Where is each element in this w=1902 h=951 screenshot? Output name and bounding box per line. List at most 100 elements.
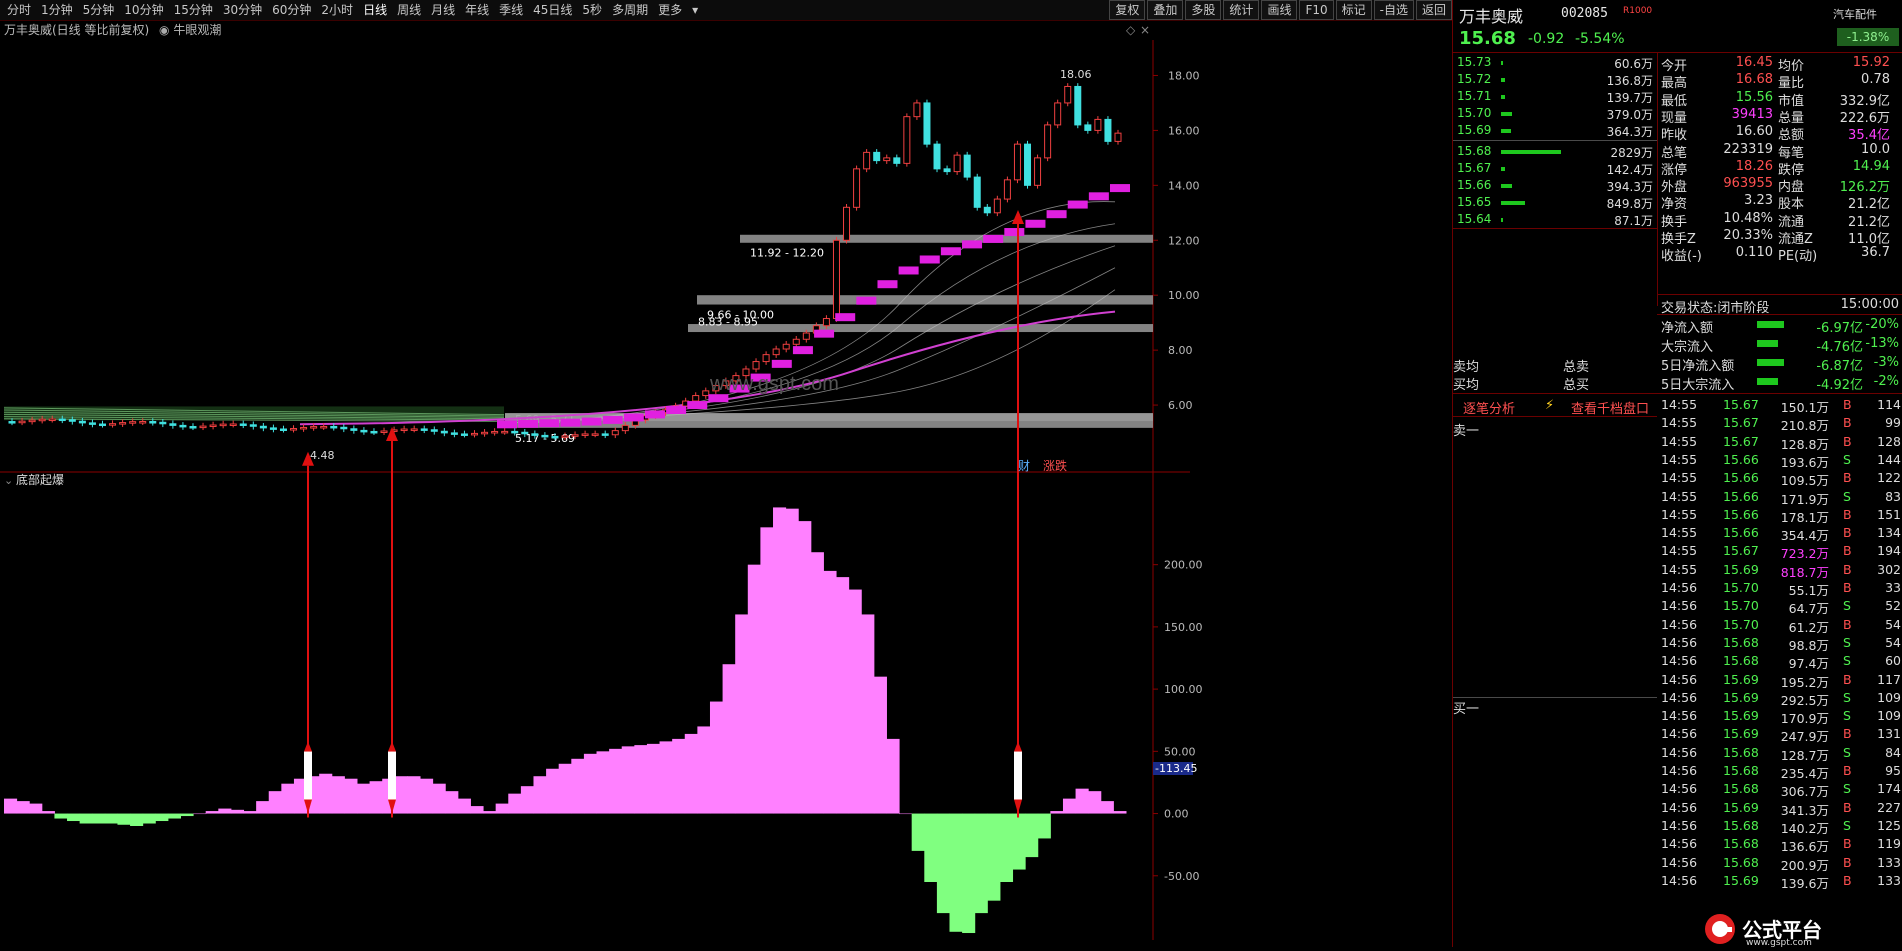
candle-body bbox=[159, 421, 167, 425]
period-tab[interactable]: 5分钟 bbox=[78, 0, 120, 20]
tick-volume: 61.2万 bbox=[1788, 619, 1829, 635]
period-tab[interactable]: 季线 bbox=[494, 0, 528, 20]
toolbar-button[interactable]: 返回 bbox=[1415, 0, 1452, 20]
period-tab[interactable]: 日线 bbox=[358, 0, 392, 20]
period-tab[interactable]: 10分钟 bbox=[119, 0, 168, 20]
settings-icon[interactable]: ◇ bbox=[1126, 21, 1135, 39]
money-flow-row: 净流入额 -6.97亿 -20% bbox=[1657, 316, 1902, 336]
period-tab[interactable]: 更多 bbox=[653, 0, 687, 20]
period-tab[interactable]: 年线 bbox=[460, 0, 494, 20]
candle-body bbox=[28, 419, 36, 423]
total-buy-label: 总买 bbox=[1563, 378, 1590, 393]
histogram-bar bbox=[1062, 798, 1077, 814]
candle-body bbox=[88, 422, 96, 425]
period-tabs: 分时 1分钟 5分钟 10分钟 15分钟 30分钟 60分钟 2小时 日线 周线 月线 年线 季线 45日… bbox=[2, 0, 703, 20]
tick-volume: 98.8万 bbox=[1788, 637, 1829, 653]
tick-count: 131 bbox=[1877, 726, 1901, 742]
toolbar-button[interactable]: 画线 bbox=[1261, 0, 1298, 20]
tick-time: 14:56 bbox=[1661, 872, 1698, 888]
candle-body bbox=[853, 168, 861, 208]
price-zone bbox=[697, 295, 1153, 305]
candle-body bbox=[591, 433, 599, 436]
toolbar-button[interactable]: 多股 bbox=[1185, 0, 1222, 20]
histogram-bar bbox=[470, 806, 484, 814]
tick-analysis-button[interactable]: 逐笔分析 bbox=[1463, 398, 1515, 417]
sector-change: -1.38% bbox=[1837, 28, 1899, 46]
histogram-bar bbox=[218, 808, 232, 814]
period-tab[interactable]: 45日线 bbox=[528, 0, 577, 20]
staircase-step bbox=[835, 313, 856, 322]
histogram-bar bbox=[205, 811, 219, 814]
more-arrow-icon[interactable]: ▾ bbox=[687, 0, 703, 20]
tick-count: 122 bbox=[1877, 470, 1901, 486]
tick-count: 174 bbox=[1877, 781, 1901, 797]
histogram-bar bbox=[331, 776, 345, 814]
tick-volume: 97.4万 bbox=[1788, 656, 1829, 672]
histogram-bar bbox=[999, 813, 1014, 882]
order-volume-bar bbox=[1501, 150, 1561, 154]
depth-button[interactable]: 查看千档盘口 bbox=[1571, 398, 1649, 417]
toolbar-button[interactable]: 标记 bbox=[1335, 0, 1372, 20]
toolbar-button[interactable]: 复权 bbox=[1109, 0, 1146, 20]
histogram-bar bbox=[672, 738, 686, 814]
r-tag: R1000 bbox=[1623, 6, 1653, 16]
period-tab[interactable]: 月线 bbox=[426, 0, 460, 20]
tick-row: 14:55 15.67 723.2万 B 194 bbox=[1657, 542, 1902, 561]
histogram-bar bbox=[420, 778, 434, 814]
histogram-bar bbox=[899, 813, 913, 815]
order-price: 15.72 bbox=[1457, 72, 1492, 86]
candle-body bbox=[440, 430, 448, 434]
sector-name[interactable]: 汽车配件 bbox=[1833, 6, 1877, 22]
toolbar-button[interactable]: F10 bbox=[1299, 0, 1334, 20]
tick-count: 128 bbox=[1877, 433, 1901, 449]
updown-tag[interactable]: 涨跌 bbox=[1043, 458, 1067, 473]
histogram-bar bbox=[621, 746, 635, 814]
stat-value: 16.45 bbox=[1735, 55, 1773, 70]
period-tab[interactable]: 60分钟 bbox=[267, 0, 316, 20]
period-tab[interactable]: 周线 bbox=[392, 0, 426, 20]
order-volume: 364.3万 bbox=[1606, 125, 1653, 139]
tick-count: 54 bbox=[1885, 616, 1901, 632]
order-volume: 60.6万 bbox=[1614, 57, 1653, 71]
tick-side: S bbox=[1843, 744, 1851, 760]
histogram-bar bbox=[873, 676, 887, 814]
tick-time: 14:56 bbox=[1661, 763, 1698, 778]
period-tab[interactable]: 30分钟 bbox=[218, 0, 267, 20]
tick-side: S bbox=[1843, 488, 1851, 504]
tick-side: B bbox=[1843, 543, 1852, 559]
period-tab[interactable]: 多周期 bbox=[607, 0, 653, 20]
histogram-bar bbox=[974, 813, 988, 914]
tick-side: B bbox=[1843, 580, 1852, 595]
close-icon[interactable]: × bbox=[1140, 21, 1150, 39]
kline-chart[interactable]: 11.92 - 12.209.66 - 10.008.83 - 8.955.69… bbox=[0, 40, 1452, 947]
candle-body bbox=[169, 423, 177, 426]
histogram-bar bbox=[722, 664, 736, 814]
flow-value: -6.87亿 bbox=[1816, 359, 1863, 374]
buy-order-row: 15.65 849.8万 bbox=[1453, 194, 1657, 211]
histogram-bar bbox=[92, 813, 106, 824]
tick-price: 15.70 bbox=[1723, 616, 1759, 632]
tick-row: 14:56 15.68 128.7万 S 84 bbox=[1657, 744, 1902, 763]
period-tab[interactable]: 2小时 bbox=[316, 0, 358, 20]
toolbar-button[interactable]: 统计 bbox=[1223, 0, 1260, 20]
period-tab[interactable]: 1分钟 bbox=[36, 0, 78, 20]
period-tab[interactable]: 分时 bbox=[2, 0, 36, 20]
histogram-bar bbox=[1088, 791, 1102, 814]
period-tab[interactable]: 5秒 bbox=[577, 0, 607, 20]
tick-volume: 235.4万 bbox=[1780, 766, 1829, 781]
tick-row: 14:56 15.68 140.2万 S 125 bbox=[1657, 817, 1902, 836]
order-volume: 394.3万 bbox=[1606, 180, 1653, 194]
histogram-bar bbox=[659, 741, 673, 814]
histogram-bar bbox=[609, 748, 623, 814]
period-tab[interactable]: 15分钟 bbox=[169, 0, 218, 20]
toolbar-button[interactable]: -自选 bbox=[1373, 0, 1414, 20]
toolbar-button[interactable]: 叠加 bbox=[1147, 0, 1184, 20]
tick-volume: 136.6万 bbox=[1780, 839, 1829, 855]
stat-label: 收益(-) bbox=[1661, 249, 1702, 265]
candle-body bbox=[320, 425, 328, 429]
chevron-down-icon[interactable]: ⌄ bbox=[4, 474, 13, 487]
finance-tag[interactable]: 财 bbox=[1018, 459, 1030, 473]
flow-label: 净流入额 bbox=[1661, 321, 1714, 336]
tick-side: B bbox=[1843, 836, 1852, 852]
money-flow-row: 大宗流入 -4.76亿 -13% bbox=[1657, 335, 1902, 355]
